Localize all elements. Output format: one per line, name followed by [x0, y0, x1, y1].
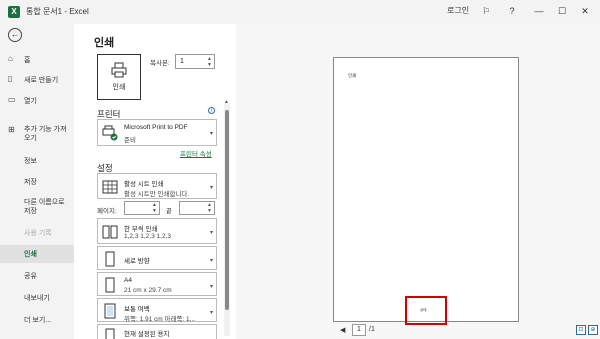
window-title: 통합 문서1 - Excel: [26, 7, 89, 16]
print-what-select[interactable]: 활성 시트 인쇄 활성 시트만 인쇄합니다. ▾: [97, 173, 217, 199]
collation-select[interactable]: 한 부씩 인쇄 1,2,3 1,2,3 1,2,3 ▾: [97, 218, 217, 244]
page-title: 인쇄: [94, 37, 115, 49]
printer-icon: [111, 62, 127, 78]
help-icon[interactable]: ?: [505, 4, 519, 18]
maximize-icon[interactable]: ☐: [555, 4, 569, 18]
printer-select[interactable]: Microsoft Print to PDF 준비 ▾: [97, 119, 217, 146]
copies-label: 복사본:: [150, 60, 170, 67]
show-margins-icon[interactable]: ⊡: [576, 325, 586, 335]
sheet-grid-icon: [102, 180, 118, 194]
portrait-page-icon: [105, 251, 115, 267]
margins-icon: [104, 303, 116, 319]
sidebar-item-save[interactable]: 저장: [0, 173, 74, 191]
zoom-to-page-icon[interactable]: ⊕: [588, 325, 598, 335]
scaling-select[interactable]: 현재 설정된 용지: [97, 324, 217, 339]
scrollbar-thumb[interactable]: [225, 110, 229, 310]
sidebar-item-share[interactable]: 공유: [0, 267, 74, 285]
prev-page-icon[interactable]: ◀: [340, 326, 345, 334]
sidebar-item-addins[interactable]: ⊞ 추가 기능 가져 오기: [0, 123, 74, 145]
chevron-down-icon: ▾: [209, 131, 213, 137]
chevron-down-icon: ▾: [209, 310, 213, 316]
total-pages: /1: [369, 326, 375, 333]
back-arrow-icon[interactable]: ←: [8, 28, 22, 42]
page-number-input[interactable]: 1: [352, 324, 366, 336]
chevron-down-icon: ▾: [209, 230, 213, 236]
sidebar-item-export[interactable]: 내보내기: [0, 289, 74, 307]
page-from-spinner-icon[interactable]: ▲ ▼: [152, 202, 157, 214]
paper-size-select[interactable]: A4 21 cm x 29.7 cm ▾: [97, 272, 217, 296]
folder-open-icon: ▭: [8, 95, 16, 104]
collate-icon: [102, 225, 118, 239]
close-icon[interactable]: ✕: [578, 4, 592, 18]
info-icon[interactable]: i: [208, 107, 215, 114]
print-preview-area: 인쇄 상태 ◀ 1 /1 ⊡ ⊕: [236, 24, 600, 339]
sidebar-item-new[interactable]: ▯ 새로 만들기: [0, 71, 74, 89]
feedback-icon[interactable]: ⚐: [479, 4, 493, 18]
sidebar-item-print[interactable]: 인쇄: [0, 245, 74, 263]
pages-to-label: 끝: [166, 208, 172, 215]
scroll-up-icon[interactable]: ▲: [224, 99, 229, 105]
printer-properties-link[interactable]: 프린터 속성: [180, 148, 212, 158]
page-to-input[interactable]: ▲ ▼: [179, 201, 215, 215]
scaling-page-icon: [105, 328, 115, 339]
sidebar-item-history: 사용 기록: [24, 230, 52, 237]
sidebar-item-save-as[interactable]: 다른 이름으로 저장: [0, 195, 74, 217]
printer-ready-icon: [102, 125, 118, 141]
paper-size-icon: [105, 277, 115, 293]
preview-footer-text: 상태: [420, 308, 427, 312]
title-bar: X 통합 문서1 - Excel 로그인 ⚐ ? — ☐ ✕: [0, 0, 600, 24]
page-from-input[interactable]: ▲ ▼: [124, 201, 160, 215]
sidebar-item-more[interactable]: 더 보기...: [0, 311, 74, 329]
new-file-icon: ▯: [8, 74, 13, 83]
chevron-down-icon: ▾: [209, 185, 213, 191]
chevron-down-icon: ▾: [209, 284, 213, 290]
excel-logo-icon: X: [8, 6, 20, 18]
preview-header-text: 인쇄: [348, 73, 357, 78]
chevron-down-icon: ▾: [209, 258, 213, 264]
copies-input[interactable]: 1 ▲ ▼: [175, 54, 215, 69]
backstage-sidebar: ← ⌂ 홈 ▯ 새로 만들기 ▭ 열기 ⊞ 추가 기능 가져 오기 정보 저장 …: [0, 24, 74, 339]
home-icon: ⌂: [8, 54, 13, 63]
page-to-spinner-icon[interactable]: ▲ ▼: [207, 202, 212, 214]
orientation-select[interactable]: 세로 방향 ▾: [97, 246, 217, 270]
sidebar-item-open[interactable]: ▭ 열기: [0, 92, 74, 110]
margins-select[interactable]: 보통 여백 위쪽: 1.91 cm 아래쪽: 1... ▾: [97, 298, 217, 323]
login-link[interactable]: 로그인: [447, 5, 469, 16]
minimize-icon[interactable]: —: [532, 4, 546, 18]
add-in-grid-icon: ⊞: [8, 125, 15, 134]
print-button[interactable]: 인쇄: [97, 54, 141, 100]
print-panel: 인쇄 인쇄 복사본: 1 ▲ ▼ 프린터 i Microsoft Print to…: [74, 24, 600, 339]
preview-page: 인쇄 상태: [333, 57, 519, 325]
pages-label: 페이지:: [97, 208, 117, 215]
sidebar-item-info[interactable]: 정보: [0, 152, 74, 170]
copies-spinner-icon[interactable]: ▲ ▼: [207, 56, 212, 68]
sidebar-item-home[interactable]: ⌂ 홈: [0, 51, 74, 69]
